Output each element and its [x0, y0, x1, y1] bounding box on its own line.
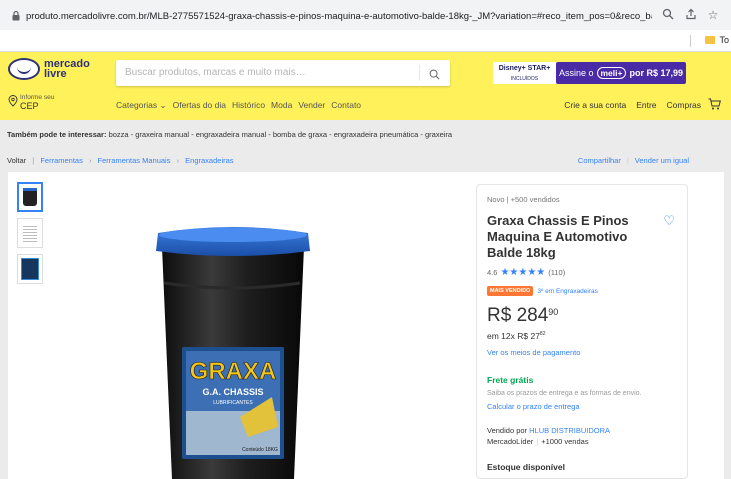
bookmark-star-icon[interactable]: ☆ [706, 8, 720, 22]
nav-contato[interactable]: Contato [331, 100, 361, 111]
best-seller-tag: MAIS VENDIDO [487, 286, 534, 296]
bookmarks-bar: To [0, 30, 731, 52]
back-link[interactable]: Voltar [7, 156, 26, 165]
bookmark-folder[interactable]: To [705, 35, 729, 45]
nav-vender[interactable]: Vender [298, 100, 325, 111]
cep-label: Informe seu [20, 94, 55, 101]
sell-similar-link[interactable]: Vender um igual [635, 156, 689, 165]
cep-value: CEP [20, 101, 39, 111]
installments-cents: 82 [539, 331, 546, 337]
share-divider: | [626, 156, 629, 165]
condition-sold: Novo | +500 vendidos [487, 195, 560, 204]
price-cents: 90 [548, 307, 559, 317]
cart-icon[interactable] [708, 98, 721, 113]
nav-ofertas[interactable]: Ofertas do dia [173, 100, 226, 111]
best-seller-badge: MAIS VENDIDO 3º em Engraxadeiras [487, 286, 598, 296]
thumbnail-document[interactable] [17, 218, 43, 248]
related-links[interactable]: bozza - graxeira manual - engraxadeira m… [109, 130, 453, 139]
nav-moda[interactable]: Moda [271, 100, 292, 111]
subscribe-button[interactable]: Assine o meli+ por R$ 17,99 [556, 62, 686, 84]
cep-selector[interactable]: Informe seu CEP [8, 94, 54, 111]
seller-info: Vendido por HLUB DISTRIBUIDORA MercadoLí… [487, 426, 610, 446]
product-card: GRAXA G.A. CHASSIS LUBRIFICANTES Conteúd… [8, 172, 724, 479]
product-title: Graxa Chassis E Pinos Maquina E Automoti… [487, 213, 629, 260]
login-link[interactable]: Entre [636, 100, 656, 110]
purchases-link[interactable]: Compras [667, 100, 701, 110]
price: R$ 28490 [487, 305, 559, 326]
breadcrumb-divider: | [32, 156, 35, 165]
disney-star-logo: Disney+ STAR+ INCLUÍDOS [498, 65, 551, 82]
free-shipping-label: Frete grátis [487, 375, 534, 385]
payment-methods-link[interactable]: Ver os meios de pagamento [487, 348, 580, 357]
logo-text: mercado livre [44, 58, 90, 80]
seller-sales: +1000 vendas [541, 437, 589, 446]
meli-plus-banner[interactable]: Disney+ STAR+ INCLUÍDOS Assine o meli+ p… [493, 62, 686, 84]
location-pin-icon [8, 94, 18, 107]
breadcrumb-item[interactable]: Engraxadeiras [185, 156, 233, 165]
thumbnail-label[interactable] [17, 254, 43, 284]
breadcrumb-chevron: › [88, 156, 92, 165]
stars-icon: ★★★★★ [500, 267, 546, 278]
related-searches: Também pode te interessar: bozza - graxe… [7, 130, 452, 139]
meli-plus-badge: meli+ [596, 67, 627, 79]
image-subtitle-text: G.A. CHASSIS [202, 387, 263, 397]
mercadolivre-logo[interactable]: mercado livre [8, 58, 90, 80]
create-account-link[interactable]: Crie a sua conta [564, 100, 626, 110]
search-icon[interactable] [429, 64, 440, 90]
purchase-panel: Novo | +500 vendidos Graxa Chassis E Pin… [476, 184, 688, 479]
shipping-description: Saiba os prazos de entrega e as formas d… [487, 390, 642, 397]
review-count: (110) [548, 268, 566, 277]
site-header: mercado livre Buscar produtos, marcas e m… [0, 52, 731, 120]
favorite-heart-icon[interactable]: ♡ [663, 213, 675, 229]
seller-level: MercadoLíder [487, 437, 534, 446]
breadcrumb-chevron: › [176, 156, 180, 165]
share-icon[interactable] [684, 8, 698, 22]
account-nav: Crie a sua conta Entre Compras [564, 100, 701, 110]
thumbnail-bucket[interactable] [17, 182, 43, 212]
lock-icon[interactable] [12, 11, 20, 21]
search-input[interactable]: Buscar produtos, marcas e muito mais… [116, 60, 450, 86]
browser-toolbar: produto.mercadolivre.com.br/MLB-27755715… [0, 0, 731, 30]
nav-categorias[interactable]: Categorias ⌄ [116, 100, 167, 111]
bookmarks-divider [690, 35, 691, 47]
bookmark-label: To [719, 35, 729, 45]
calculate-shipping-link[interactable]: Calcular o prazo de entrega [487, 402, 580, 411]
address-bar[interactable]: produto.mercadolivre.com.br/MLB-27755715… [6, 6, 652, 26]
breadcrumb: Voltar | Ferramentas › Ferramentas Manua… [7, 156, 234, 165]
seller-link[interactable]: HLUB DISTRIBUIDORA [529, 426, 610, 435]
share-links: Compartilhar | Vender um igual [578, 156, 689, 165]
handshake-icon [8, 58, 40, 80]
stock-status: Estoque disponível [487, 462, 565, 472]
rating-value: 4.6 [487, 268, 498, 277]
image-brand-text: GRAXA [190, 358, 277, 385]
installments: em 12x R$ 2782 [487, 331, 546, 341]
zoom-icon[interactable] [661, 8, 675, 22]
category-rank-link[interactable]: 3º em Engraxadeiras [537, 288, 598, 295]
folder-icon [705, 36, 716, 44]
main-nav: Categorias ⌄ Ofertas do dia Histórico Mo… [116, 100, 361, 111]
thumbnail-gallery [17, 182, 43, 290]
url-text[interactable]: produto.mercadolivre.com.br/MLB-27755715… [26, 11, 652, 22]
related-label: Também pode te interessar: [7, 130, 107, 139]
breadcrumb-item[interactable]: Ferramentas Manuais [98, 156, 171, 165]
image-weight-text: Conteúdo 18KG [242, 447, 278, 453]
nav-historico[interactable]: Histórico [232, 100, 265, 111]
breadcrumb-item[interactable]: Ferramentas [40, 156, 83, 165]
product-image[interactable]: GRAXA G.A. CHASSIS LUBRIFICANTES Conteúd… [148, 227, 318, 479]
image-subtitle2-text: LUBRIFICANTES [213, 400, 253, 406]
search-divider [419, 65, 420, 81]
rating-row[interactable]: 4.6 ★★★★★ (110) [487, 267, 565, 278]
share-link[interactable]: Compartilhar [578, 156, 621, 165]
